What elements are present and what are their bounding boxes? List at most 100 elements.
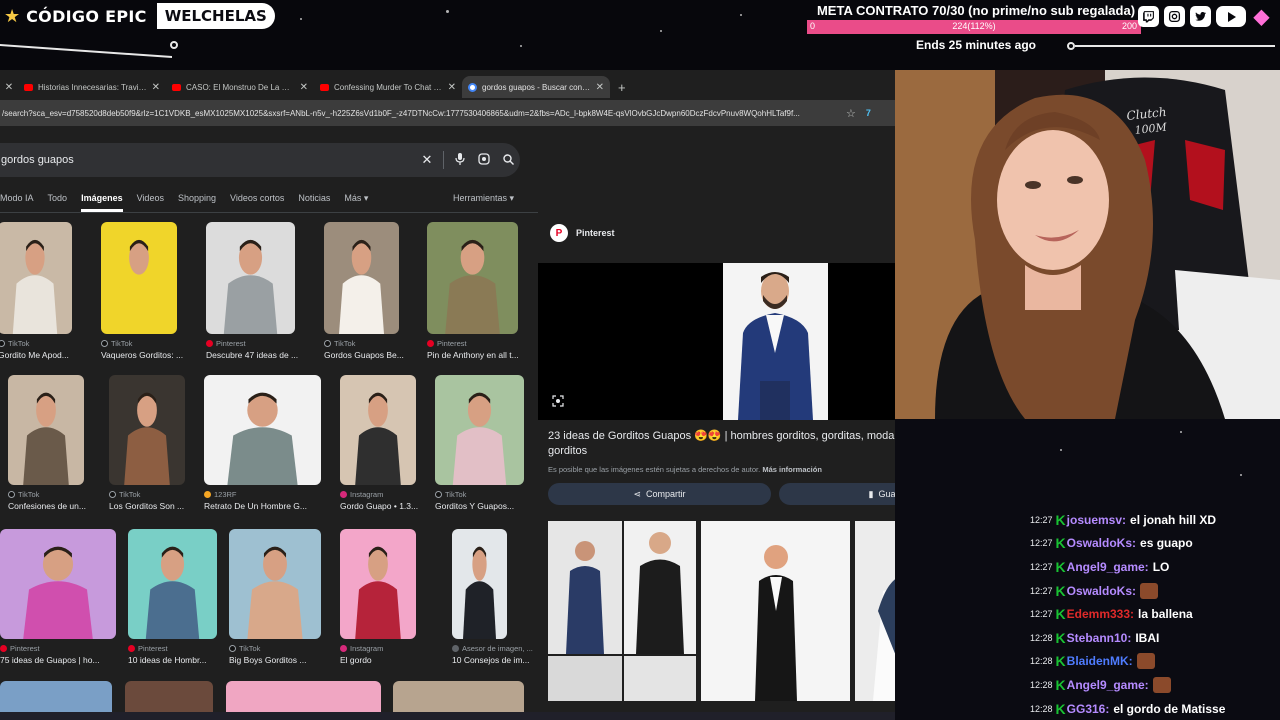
search-input[interactable]: gordos guapos bbox=[1, 154, 415, 166]
image-result-caption[interactable]: Retrato De Un Hombre G... bbox=[204, 501, 333, 511]
image-result[interactable]: TikTok Gordos Guapos Be... bbox=[324, 222, 409, 374]
image-result-thumbnail[interactable] bbox=[427, 222, 518, 334]
search-box[interactable]: gordos guapos ✕ bbox=[0, 143, 520, 177]
image-result-thumbnail[interactable] bbox=[435, 375, 524, 485]
image-result-caption[interactable]: Los Gorditos Son ... bbox=[109, 501, 209, 511]
source-favicon-icon bbox=[324, 340, 331, 347]
image-result-caption[interactable]: 10 Consejos de im... bbox=[452, 655, 552, 665]
address-bar[interactable]: /search?sca_esv=d758520d8deb50f9&rlz=1C1… bbox=[0, 100, 895, 126]
tab-confessing[interactable]: Confessing Murder To Chat GPT ✕ bbox=[314, 76, 462, 98]
image-result-caption[interactable]: Confesiones de un... bbox=[8, 501, 108, 511]
image-result[interactable]: Pinterest 10 ideas de Hombr... bbox=[128, 529, 227, 679]
image-result-caption[interactable]: 75 ideas de Guapos | ho... bbox=[0, 655, 128, 665]
image-result-thumbnail[interactable] bbox=[340, 529, 416, 639]
image-result-thumbnail[interactable] bbox=[8, 375, 84, 485]
close-icon[interactable]: ✕ bbox=[0, 82, 18, 93]
chat-username[interactable]: GG316: bbox=[1067, 702, 1110, 716]
close-icon[interactable]: ✕ bbox=[448, 82, 456, 93]
filter-todo[interactable]: Todo bbox=[48, 193, 68, 212]
detail-image-frame[interactable] bbox=[538, 263, 895, 420]
filter-noticias[interactable]: Noticias bbox=[298, 193, 330, 212]
filter-videos[interactable]: Videos bbox=[137, 193, 164, 212]
webcam-feed: Clutch 100M bbox=[895, 70, 1280, 419]
url-text[interactable]: /search?sca_esv=d758520d8deb50f9&rlz=1C1… bbox=[0, 109, 840, 118]
image-result-caption[interactable]: Gordo Guapo • 1.3... bbox=[340, 501, 440, 511]
bookmark-star-icon[interactable]: ☆ bbox=[846, 107, 856, 120]
extension-icon[interactable]: 7 bbox=[866, 108, 871, 118]
tab-caso[interactable]: CASO: El Monstruo De La Biciclet ✕ bbox=[166, 76, 314, 98]
more-info-link[interactable]: Más información bbox=[762, 465, 822, 474]
image-result-caption[interactable]: El gordo bbox=[340, 655, 440, 665]
image-result[interactable]: Pinterest 75 ideas de Guapos | ho... bbox=[0, 529, 126, 679]
new-tab-icon[interactable]: + bbox=[618, 80, 626, 95]
kick-badge-icon: K bbox=[1055, 535, 1066, 552]
image-result-caption[interactable]: Gordos Guapos Be... bbox=[324, 350, 424, 360]
chat-username[interactable]: Angel9_game: bbox=[1067, 560, 1149, 574]
share-button[interactable]: ⋖ Compartir bbox=[548, 483, 771, 505]
chat-username[interactable]: Edemm333: bbox=[1067, 607, 1134, 621]
detail-title[interactable]: 23 ideas de Gorditos Guapos 😍😍 | hombres… bbox=[548, 429, 895, 459]
image-result-caption[interactable]: Pin de Anthony en all t... bbox=[427, 350, 530, 360]
tab-historias[interactable]: Historias Innecesarias: Travis el ✕ bbox=[18, 76, 166, 98]
image-result-caption[interactable]: Gordito Me Apod... bbox=[0, 350, 98, 360]
image-result[interactable]: TikTok Confesiones de un... bbox=[8, 375, 94, 525]
image-result[interactable]: 123RF Retrato De Un Hombre G... bbox=[204, 375, 331, 525]
image-result[interactable]: TikTok Big Boys Gorditos ... bbox=[229, 529, 331, 679]
image-result-thumbnail[interactable] bbox=[340, 375, 416, 485]
image-result-caption[interactable]: Vaqueros Gorditos: ... bbox=[101, 350, 201, 360]
image-result-caption[interactable]: Descubre 47 ideas de ... bbox=[206, 350, 307, 360]
lens-camera-icon[interactable] bbox=[472, 152, 496, 168]
image-result-thumbnail[interactable] bbox=[101, 222, 177, 334]
chat-username[interactable]: OswaldoKs: bbox=[1067, 584, 1136, 598]
chat-username[interactable]: OswaldoKs: bbox=[1067, 536, 1136, 550]
source-favicon-icon bbox=[8, 491, 15, 498]
image-result[interactable]: Asesor de imagen, ... 10 Consejos de im..… bbox=[452, 529, 533, 679]
image-result-thumbnail[interactable] bbox=[0, 222, 72, 334]
save-button[interactable]: ▮ Guardar bbox=[779, 483, 895, 505]
image-result-thumbnail[interactable] bbox=[109, 375, 185, 485]
image-result[interactable]: TikTok Vaqueros Gorditos: ... bbox=[101, 222, 187, 374]
filter-modo-ia[interactable]: Modo IA bbox=[0, 193, 34, 212]
tab-google-search[interactable]: gordos guapos - Buscar con Goo ✕ bbox=[462, 76, 610, 98]
image-result-thumbnail[interactable] bbox=[229, 529, 321, 639]
chat-username[interactable]: josuemsv: bbox=[1067, 513, 1126, 527]
image-result-thumbnail[interactable] bbox=[128, 529, 217, 639]
google-favicon-icon bbox=[468, 82, 477, 92]
search-icon[interactable] bbox=[496, 153, 520, 168]
image-result[interactable]: Instagram Gordo Guapo • 1.3... bbox=[340, 375, 426, 525]
image-result-thumbnail[interactable] bbox=[204, 375, 321, 485]
image-result[interactable]: Instagram El gordo bbox=[340, 529, 426, 679]
image-result-thumbnail[interactable] bbox=[324, 222, 399, 334]
source-favicon-icon bbox=[0, 645, 7, 652]
chat-username[interactable]: BlaidenMK: bbox=[1067, 654, 1133, 668]
youtube-icon bbox=[1216, 6, 1246, 27]
lens-search-icon[interactable] bbox=[552, 395, 564, 410]
close-icon[interactable]: ✕ bbox=[152, 82, 160, 93]
image-result-thumbnail[interactable] bbox=[206, 222, 295, 334]
image-result-caption[interactable]: 10 ideas de Hombr... bbox=[128, 655, 229, 665]
image-result[interactable]: Pinterest Pin de Anthony en all t... bbox=[427, 222, 528, 374]
source-label: Pinterest bbox=[437, 339, 467, 348]
kick-badge-icon: K bbox=[1055, 606, 1066, 623]
image-result-caption[interactable]: Big Boys Gorditos ... bbox=[229, 655, 333, 665]
image-result-thumbnail[interactable] bbox=[452, 529, 507, 639]
tools-menu[interactable]: Herramientas ▾ bbox=[453, 193, 514, 204]
filter-videos-cortos[interactable]: Videos cortos bbox=[230, 193, 284, 212]
image-result[interactable]: Pinterest Descubre 47 ideas de ... bbox=[206, 222, 305, 374]
filter-imagenes[interactable]: Imágenes bbox=[81, 193, 123, 212]
image-result[interactable]: TikTok Gorditos Y Guapos... bbox=[435, 375, 534, 525]
close-icon[interactable]: ✕ bbox=[596, 82, 604, 93]
close-icon[interactable]: ✕ bbox=[300, 82, 308, 93]
chat-username[interactable]: Angel9_game: bbox=[1067, 678, 1149, 692]
source-label: TikTok bbox=[334, 339, 356, 348]
image-result[interactable]: TikTok Los Gorditos Son ... bbox=[109, 375, 195, 525]
filter-shopping[interactable]: Shopping bbox=[178, 193, 216, 212]
chat-username[interactable]: Stebann10: bbox=[1067, 631, 1132, 645]
image-result[interactable]: TikTok Gordito Me Apod... bbox=[0, 222, 82, 374]
image-result-thumbnail[interactable] bbox=[0, 529, 116, 639]
detail-source[interactable]: P Pinterest bbox=[550, 224, 615, 242]
image-result-caption[interactable]: Gorditos Y Guapos... bbox=[435, 501, 536, 511]
microphone-icon[interactable] bbox=[448, 152, 472, 168]
filter-mas[interactable]: Más ▾ bbox=[344, 193, 368, 212]
clear-icon[interactable]: ✕ bbox=[415, 152, 439, 168]
